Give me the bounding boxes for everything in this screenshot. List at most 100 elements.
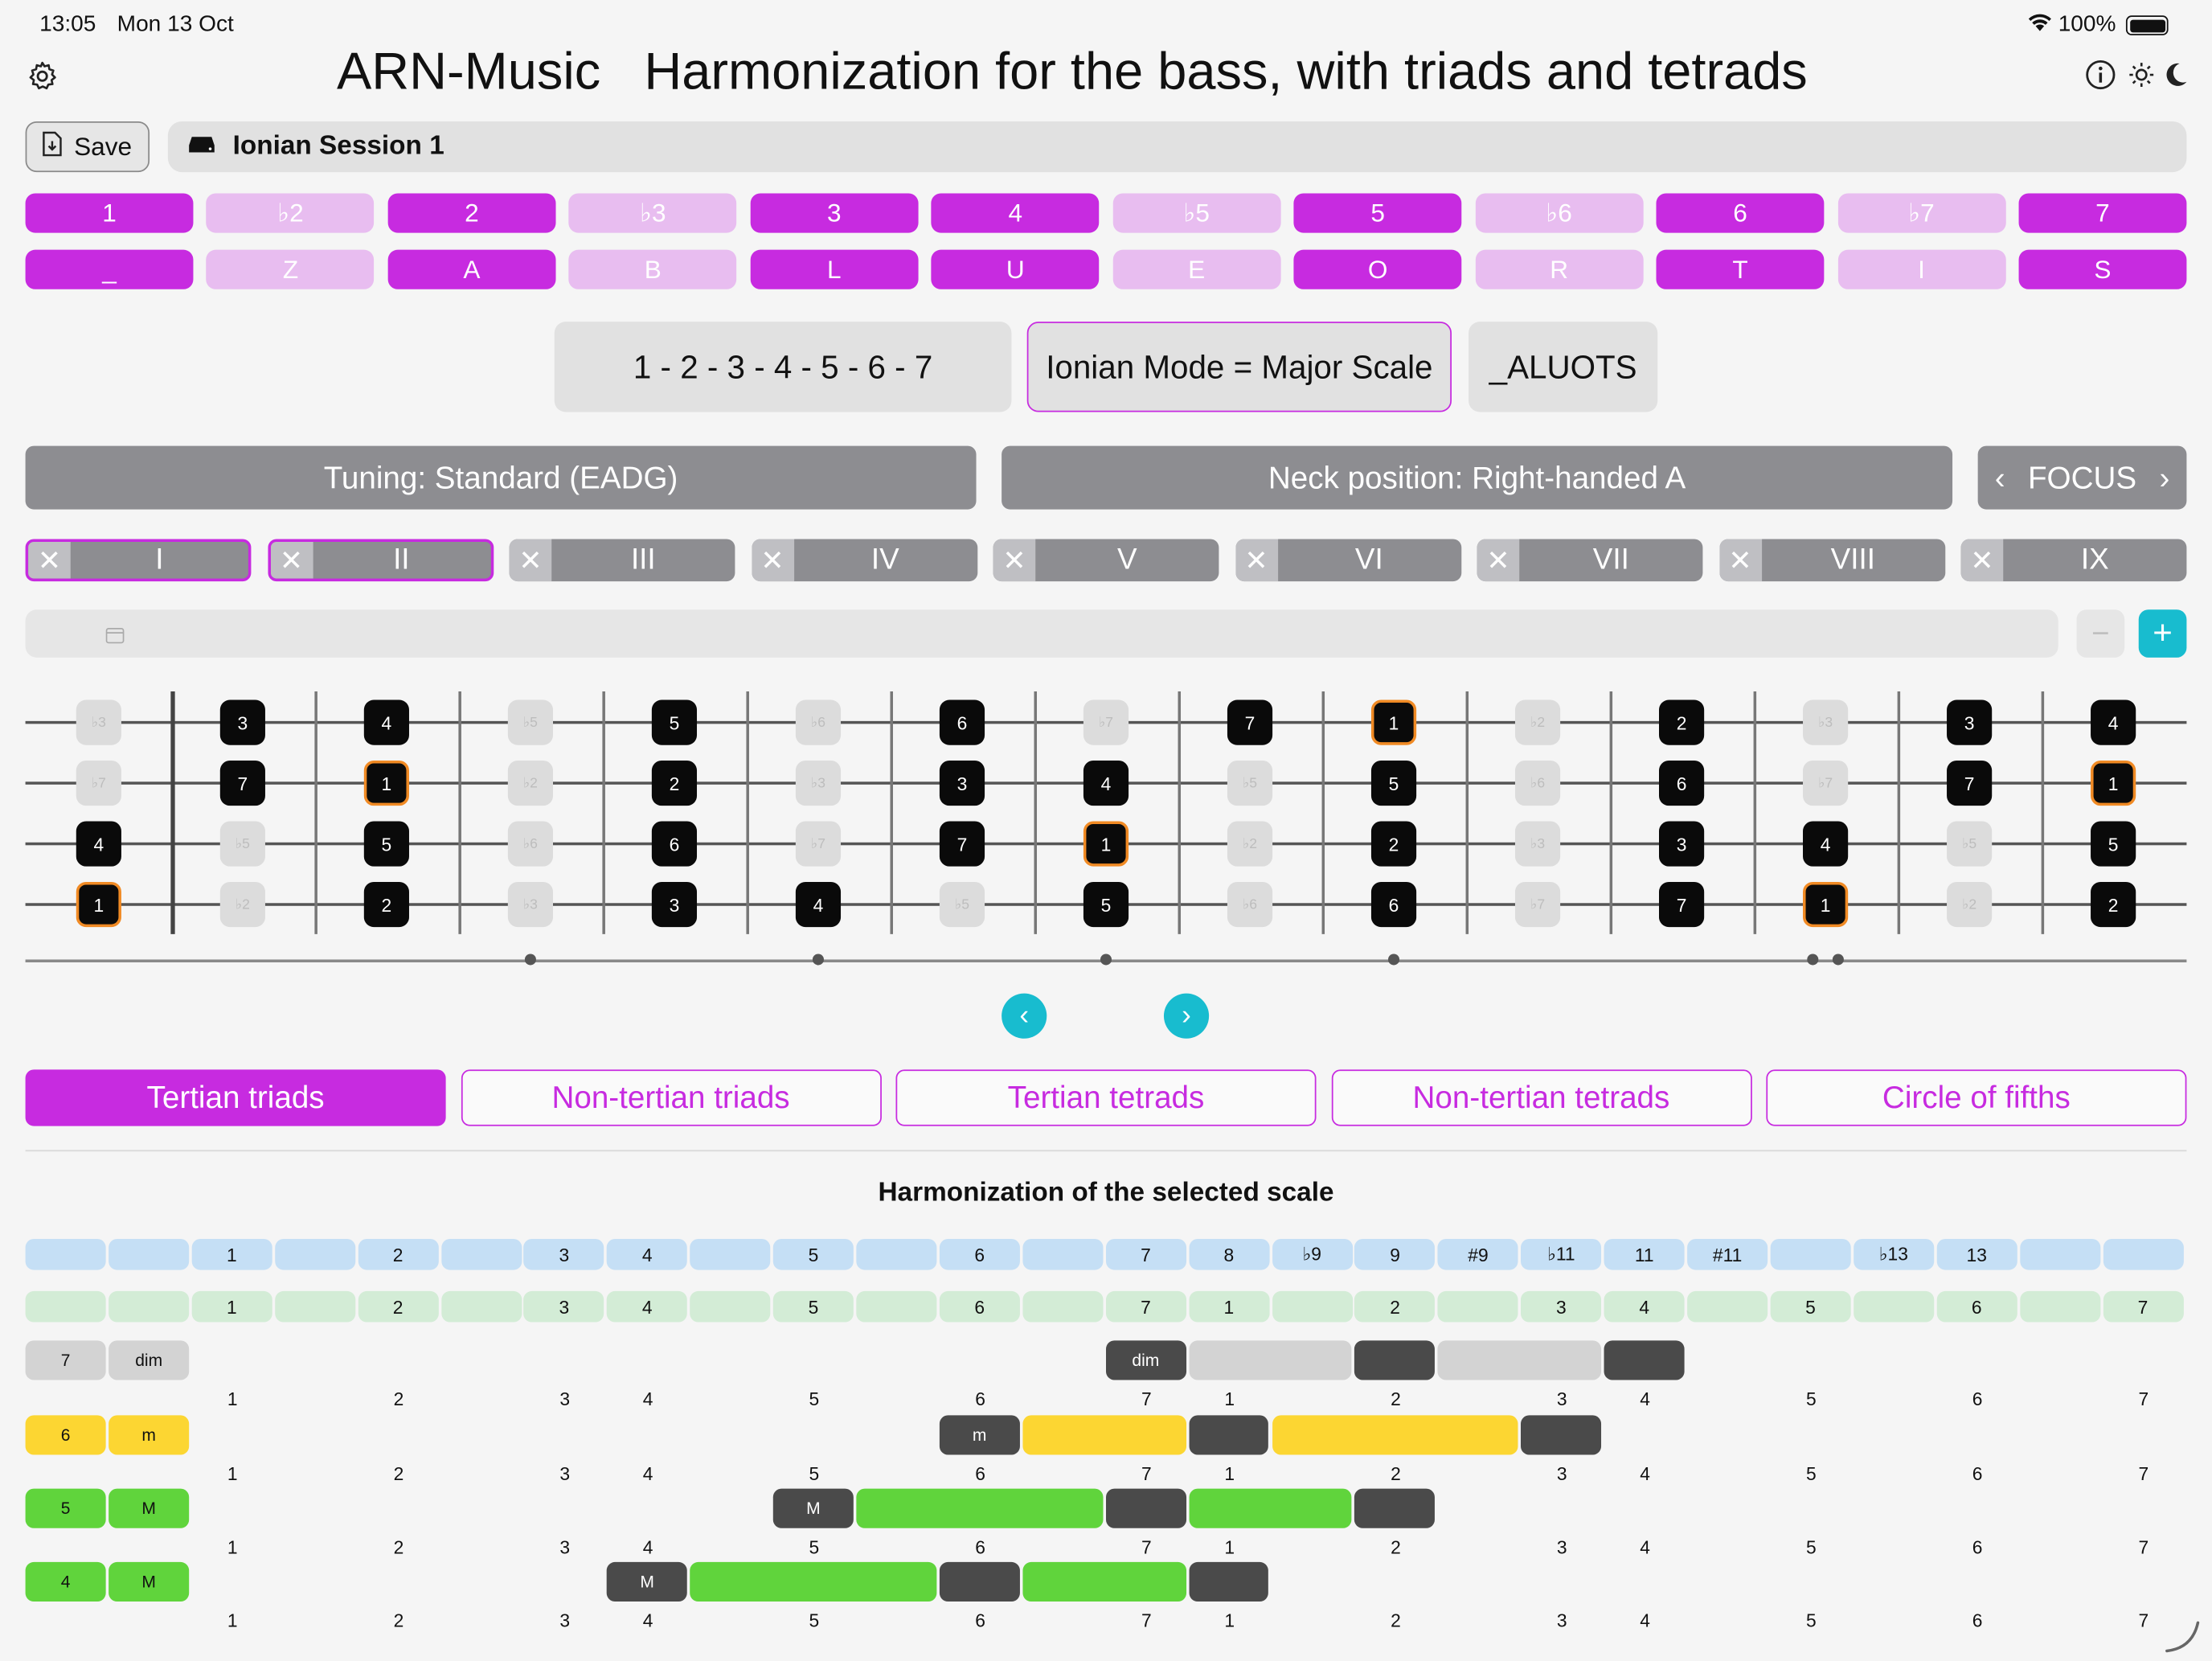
degree-letter-toggle[interactable]: U (931, 249, 1100, 289)
fret-note[interactable]: 2 (2091, 881, 2136, 928)
tab-chord-type[interactable]: Non-tertian tetrads (1330, 1069, 1751, 1126)
fret-note[interactable]: ♭3 (76, 699, 121, 745)
moon-icon[interactable] (2165, 62, 2188, 88)
minus-button[interactable]: − (2076, 609, 2125, 658)
degree-toggle[interactable]: 4 (931, 193, 1100, 233)
fret-note[interactable]: 6 (651, 821, 698, 867)
close-icon[interactable]: ✕ (270, 541, 313, 579)
fret-note[interactable]: 2 (651, 761, 698, 806)
fret-note[interactable]: ♭5 (939, 881, 985, 928)
degree-toggle[interactable]: 6 (1656, 193, 1825, 233)
session-field[interactable]: Ionian Session 1 (167, 121, 2187, 173)
fret-note[interactable]: 3 (1659, 821, 1705, 867)
fret-note[interactable]: ♭6 (507, 821, 553, 867)
degree-toggle[interactable]: 7 (2018, 193, 2187, 233)
degree-toggle[interactable]: 1 (25, 193, 194, 233)
fret-note[interactable]: 1 (1370, 699, 1417, 745)
fret-note[interactable]: ♭5 (1227, 761, 1273, 806)
position-toggle[interactable]: ✕ VII (1477, 539, 1703, 582)
degree-toggle[interactable]: ♭7 (1837, 193, 2005, 233)
degree-toggle[interactable]: ♭5 (1112, 193, 1281, 233)
close-icon[interactable]: ✕ (751, 539, 794, 582)
resize-handle-icon[interactable] (2161, 1617, 2204, 1654)
degree-toggle[interactable]: ♭2 (207, 193, 375, 233)
degree-letter-toggle[interactable]: L (750, 249, 919, 289)
fret-note[interactable]: 5 (1370, 761, 1417, 806)
fret-note[interactable]: 5 (363, 821, 409, 867)
degree-letter-toggle[interactable]: O (1293, 249, 1462, 289)
info-icon[interactable] (2085, 59, 2116, 91)
degree-letter-toggle[interactable]: R (1475, 249, 1644, 289)
fret-note[interactable]: ♭6 (1227, 881, 1273, 928)
fret-note[interactable]: 7 (1947, 761, 1993, 806)
fret-note[interactable]: ♭7 (76, 761, 121, 806)
degree-letter-toggle[interactable]: E (1112, 249, 1281, 289)
degree-toggle[interactable]: ♭3 (568, 193, 737, 233)
fret-note[interactable]: 5 (651, 699, 698, 745)
fret-note[interactable]: 1 (1083, 821, 1129, 867)
fret-note[interactable]: 7 (939, 821, 985, 867)
fret-note[interactable]: ♭7 (1083, 699, 1129, 745)
fret-note[interactable]: ♭3 (795, 761, 842, 806)
fret-note[interactable]: ♭3 (507, 881, 553, 928)
degree-toggle[interactable]: ♭6 (1475, 193, 1644, 233)
fret-note[interactable]: ♭5 (219, 821, 265, 867)
fret-note[interactable]: 2 (363, 881, 409, 928)
fret-note[interactable]: ♭5 (507, 699, 553, 745)
mode-selector[interactable]: Ionian Mode = Major Scale (1026, 322, 1452, 412)
degree-letter-toggle[interactable]: _ (25, 249, 194, 289)
fret-note[interactable]: 5 (1083, 881, 1129, 928)
degree-letter-toggle[interactable]: A (387, 249, 556, 289)
fret-note[interactable]: 6 (939, 699, 985, 745)
fret-note[interactable]: 4 (1803, 821, 1849, 867)
tab-chord-type[interactable]: Tertian tetrads (895, 1069, 1317, 1126)
close-icon[interactable]: ✕ (1718, 539, 1762, 582)
fret-note[interactable]: ♭2 (1227, 821, 1273, 867)
fret-note[interactable]: 7 (219, 761, 265, 806)
fret-note[interactable]: ♭2 (219, 881, 265, 928)
degree-toggle[interactable]: 3 (750, 193, 919, 233)
fret-note[interactable]: 7 (1227, 699, 1273, 745)
close-icon[interactable]: ✕ (1960, 539, 2004, 582)
fret-note[interactable]: 2 (1370, 821, 1417, 867)
position-toggle[interactable]: ✕ V (993, 539, 1219, 582)
sun-icon[interactable] (2128, 60, 2156, 88)
fret-note[interactable]: ♭7 (1514, 881, 1561, 928)
position-toggle[interactable]: ✕ II (267, 539, 494, 582)
degree-letter-toggle[interactable]: S (2018, 249, 2187, 289)
close-icon[interactable]: ✕ (1235, 539, 1278, 582)
fretboard-prev-button[interactable]: ‹ (1002, 993, 1047, 1039)
fret-note[interactable]: 2 (1659, 699, 1705, 745)
fret-note[interactable]: 4 (76, 821, 121, 867)
degree-letter-toggle[interactable]: I (1837, 249, 2005, 289)
fret-note[interactable]: 3 (651, 881, 698, 928)
tuning-selector[interactable]: Tuning: Standard (EADG) (25, 445, 977, 510)
fret-note[interactable]: 4 (795, 881, 842, 928)
fret-note[interactable]: 3 (219, 699, 265, 745)
fret-note[interactable]: 4 (1083, 761, 1129, 806)
tab-chord-type[interactable]: Circle of fifths (1766, 1069, 2187, 1126)
focus-prev-button[interactable]: ‹ (1995, 459, 2005, 496)
fret-note[interactable]: 1 (2091, 761, 2136, 806)
position-toggle[interactable]: ✕ VIII (1718, 539, 1945, 582)
fret-note[interactable]: 7 (1659, 881, 1705, 928)
neck-position-selector[interactable]: Neck position: Right-handed A (1002, 445, 1953, 510)
fret-note[interactable]: ♭7 (1803, 761, 1849, 806)
fret-note[interactable]: 1 (363, 761, 409, 806)
close-icon[interactable]: ✕ (509, 539, 552, 582)
fret-note[interactable]: 3 (939, 761, 985, 806)
close-icon[interactable]: ✕ (28, 541, 71, 579)
close-icon[interactable]: ✕ (993, 539, 1036, 582)
position-toggle[interactable]: ✕ III (509, 539, 735, 582)
fret-note[interactable]: 5 (2091, 821, 2136, 867)
position-toggle[interactable]: ✕ I (25, 539, 252, 582)
degree-letter-toggle[interactable]: T (1656, 249, 1825, 289)
fret-note[interactable]: ♭2 (1947, 881, 1993, 928)
fret-note[interactable]: ♭5 (1947, 821, 1993, 867)
fret-note[interactable]: 3 (1947, 699, 1993, 745)
fret-note[interactable]: 4 (2091, 699, 2136, 745)
degree-letter-toggle[interactable]: Z (207, 249, 375, 289)
fretboard-next-button[interactable]: › (1163, 993, 1210, 1039)
save-button[interactable]: Save (25, 121, 150, 173)
fret-note[interactable]: ♭2 (1514, 699, 1561, 745)
